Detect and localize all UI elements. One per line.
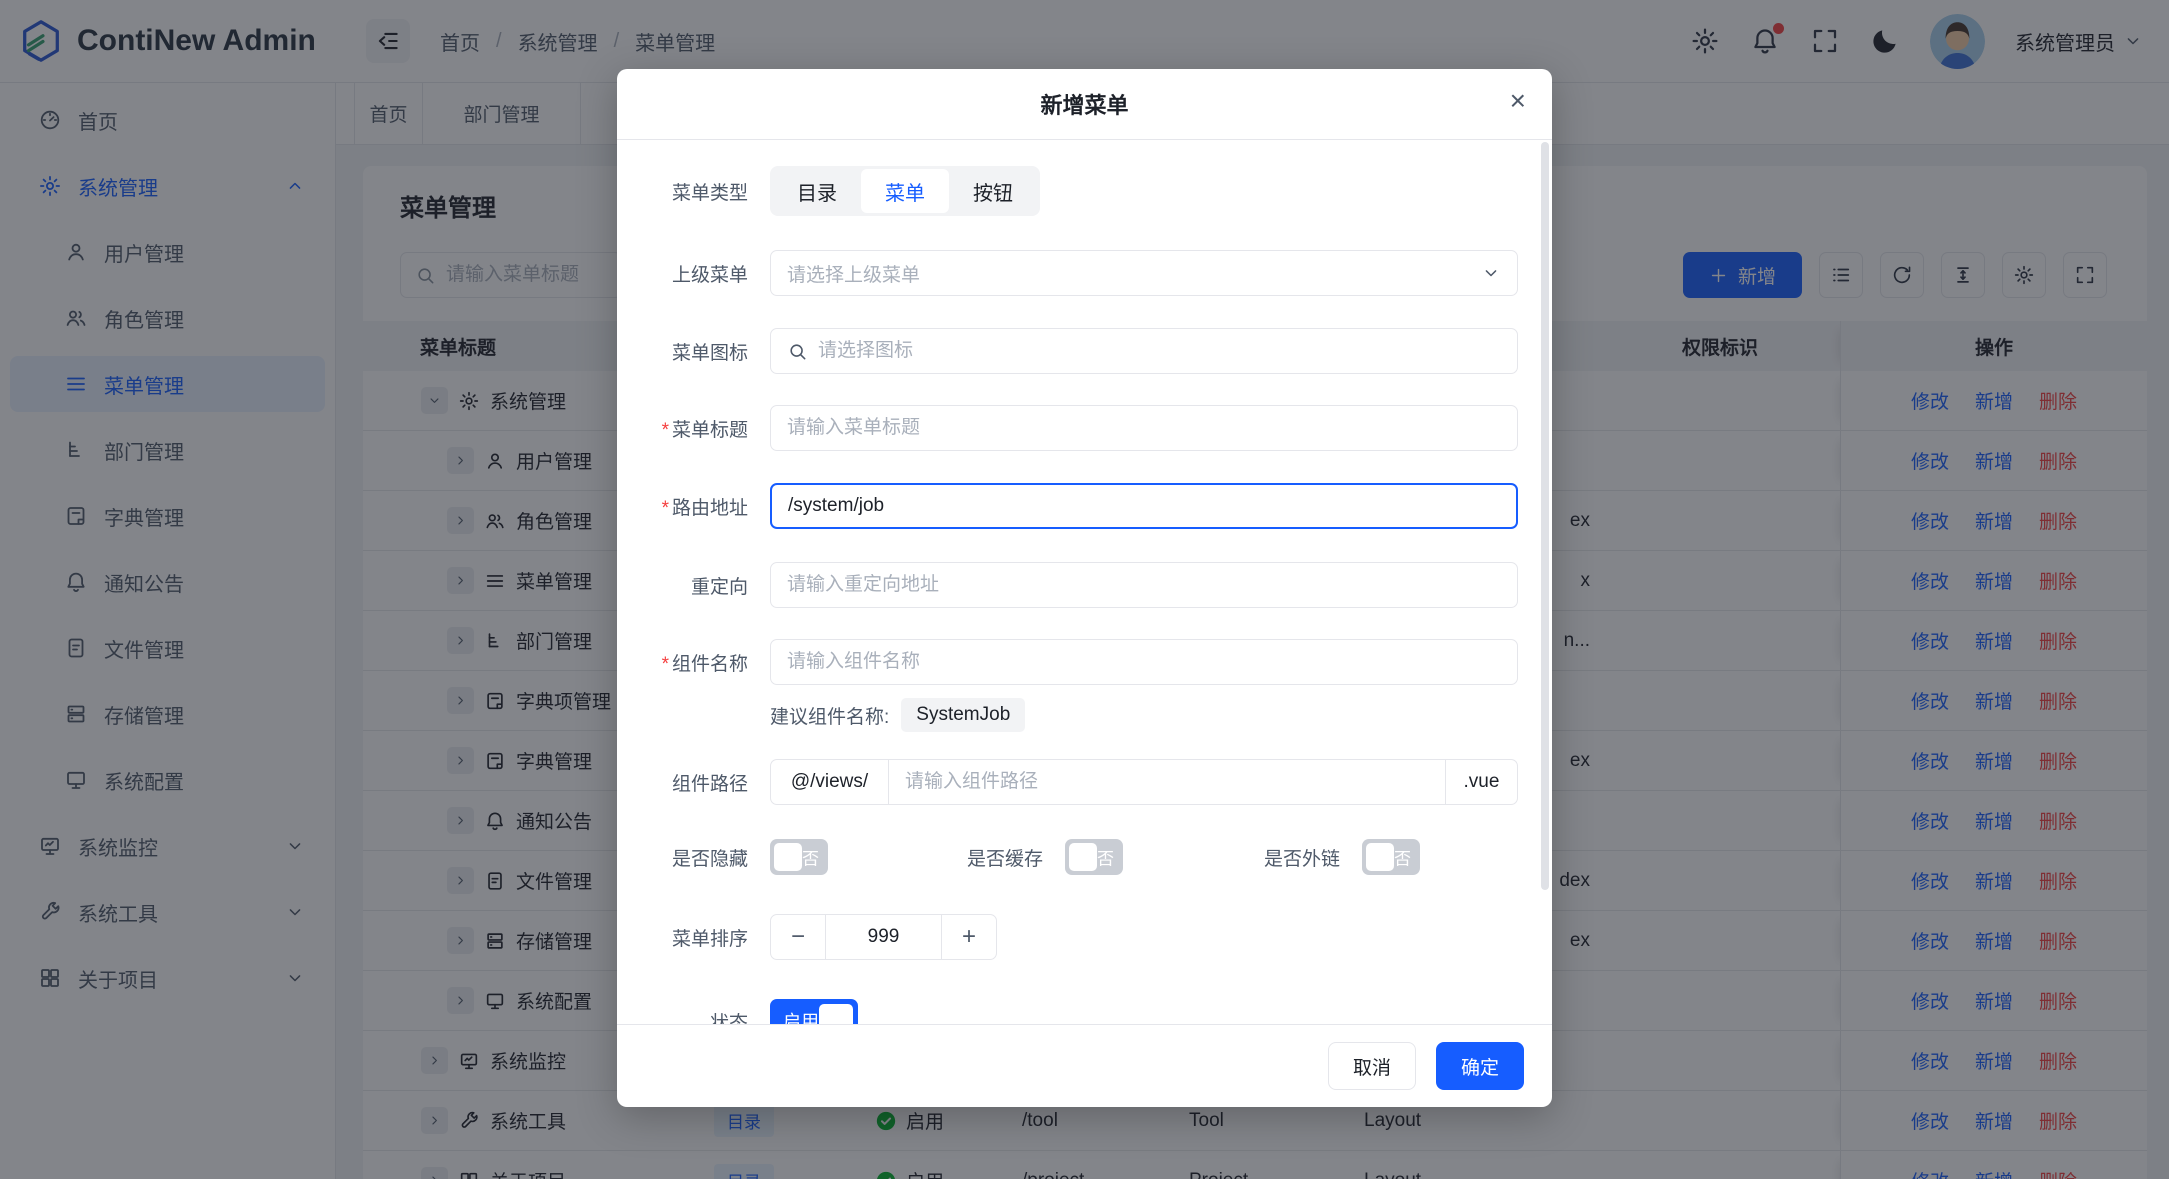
field-label: 是否隐藏	[617, 844, 748, 871]
switch-group: 是否隐藏 否	[617, 837, 828, 877]
menu-type-option-0[interactable]: 目录	[773, 169, 861, 213]
route-path-input[interactable]	[770, 483, 1518, 529]
field-label: 是否缓存	[912, 844, 1043, 871]
path-suffix: .vue	[1445, 760, 1517, 804]
toggle-switch[interactable]: 否	[770, 839, 828, 875]
menu-type-option-1[interactable]: 菜单	[861, 169, 949, 213]
sort-value[interactable]: 999	[825, 915, 942, 959]
menu-icon-input[interactable]	[770, 328, 1518, 374]
menu-type-option-2[interactable]: 按钮	[949, 169, 1037, 213]
field-label: 菜单图标	[617, 338, 748, 365]
sort-stepper: − 999 +	[770, 914, 997, 960]
switch-group: 是否外链 否	[1209, 837, 1420, 877]
field-label: 菜单标题	[672, 420, 748, 441]
field-label: 路由地址	[672, 498, 748, 519]
component-path-input-group: @/views/ .vue	[770, 759, 1518, 805]
field-label: 重定向	[617, 572, 748, 599]
field-label: 状态	[617, 1008, 748, 1025]
field-label: 上级菜单	[617, 260, 748, 287]
add-menu-modal: 新增菜单 × 菜单类型 目录菜单按钮 上级菜单 请选择上级菜单 菜单图标	[617, 69, 1552, 1107]
field-label: 是否外链	[1209, 844, 1340, 871]
suggest-label: 建议组件名称:	[770, 702, 889, 729]
modal-title: 新增菜单	[1040, 88, 1128, 120]
close-icon[interactable]: ×	[1510, 87, 1526, 115]
redirect-input[interactable]	[770, 562, 1518, 608]
menu-type-segmented: 目录菜单按钮	[770, 166, 1040, 216]
form-row-redirect: 重定向	[617, 562, 1518, 608]
path-prefix: @/views/	[771, 760, 889, 804]
component-path-input[interactable]	[889, 760, 1445, 804]
menu-title-input[interactable]	[770, 405, 1518, 451]
switch-group: 是否缓存 否	[912, 837, 1123, 877]
modal-scrollbar[interactable]	[1541, 142, 1549, 890]
status-toggle[interactable]: 启用	[770, 999, 858, 1024]
cancel-button[interactable]: 取消	[1328, 1042, 1416, 1090]
confirm-button[interactable]: 确定	[1436, 1042, 1524, 1090]
search-icon	[787, 341, 808, 362]
toggle-switch[interactable]: 否	[1065, 839, 1123, 875]
toggle-switch[interactable]: 否	[1362, 839, 1420, 875]
form-row-parent-menu: 上级菜单 请选择上级菜单	[617, 250, 1518, 296]
parent-menu-select[interactable]: 请选择上级菜单	[770, 250, 1518, 296]
component-name-input[interactable]	[770, 639, 1518, 685]
form-row-status: 状态 启用	[617, 998, 1518, 1024]
field-label: 菜单类型	[617, 178, 748, 205]
form-row-menu-type: 菜单类型 目录菜单按钮	[617, 166, 1518, 216]
form-row-menu-icon: 菜单图标	[617, 328, 1518, 374]
plus-button[interactable]: +	[942, 915, 996, 959]
form-row-route-path: *路由地址	[617, 483, 1518, 529]
field-label: 组件路径	[617, 769, 748, 796]
form-row-menu-sort: 菜单排序 − 999 +	[617, 914, 1518, 960]
field-label: 菜单排序	[617, 924, 748, 951]
form-row-switches: 是否隐藏 否 是否缓存 否 是否外链 否	[617, 837, 1518, 877]
form-row-component-path: 组件路径 @/views/ .vue	[617, 759, 1518, 805]
component-name-hint-row: 建议组件名称: SystemJob	[617, 697, 1518, 733]
chevron-down-icon	[1481, 263, 1501, 283]
minus-button[interactable]: −	[771, 915, 825, 959]
form-row-component-name: *组件名称	[617, 639, 1518, 685]
form-row-menu-title: *菜单标题	[617, 405, 1518, 451]
field-label: 组件名称	[672, 654, 748, 675]
suggest-tag[interactable]: SystemJob	[901, 698, 1025, 732]
